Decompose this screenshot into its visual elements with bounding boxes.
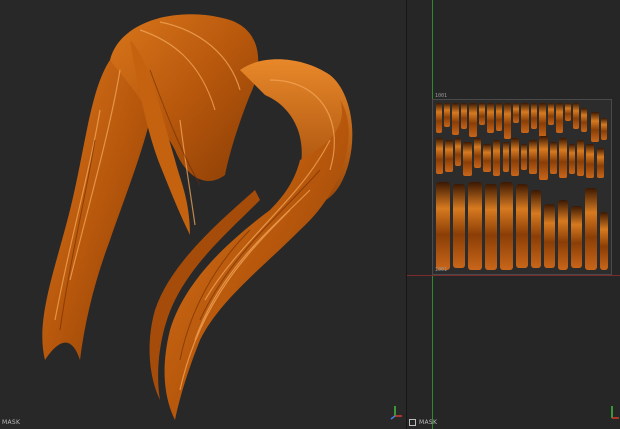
mask-label: MASK bbox=[419, 419, 438, 426]
uv-u-axis bbox=[407, 275, 620, 276]
uv-tile-label-top: 1001 bbox=[435, 93, 448, 99]
mask-toggle-3d[interactable]: MASK bbox=[2, 419, 20, 426]
axis-gizmo-icon[interactable] bbox=[388, 404, 404, 420]
uv-tile-label-bottom: 1001 bbox=[435, 267, 448, 273]
mask-label: MASK bbox=[2, 419, 21, 426]
checkbox-icon[interactable] bbox=[409, 419, 416, 426]
hair-model bbox=[42, 14, 353, 420]
hair-texture-atlas bbox=[436, 103, 608, 270]
uv-axis-icon[interactable] bbox=[608, 404, 620, 420]
mask-toggle-uv[interactable]: MASK bbox=[409, 419, 437, 426]
uv-tile: 1001 1001 bbox=[432, 93, 612, 275]
viewport-3d[interactable]: MASK bbox=[0, 0, 406, 429]
